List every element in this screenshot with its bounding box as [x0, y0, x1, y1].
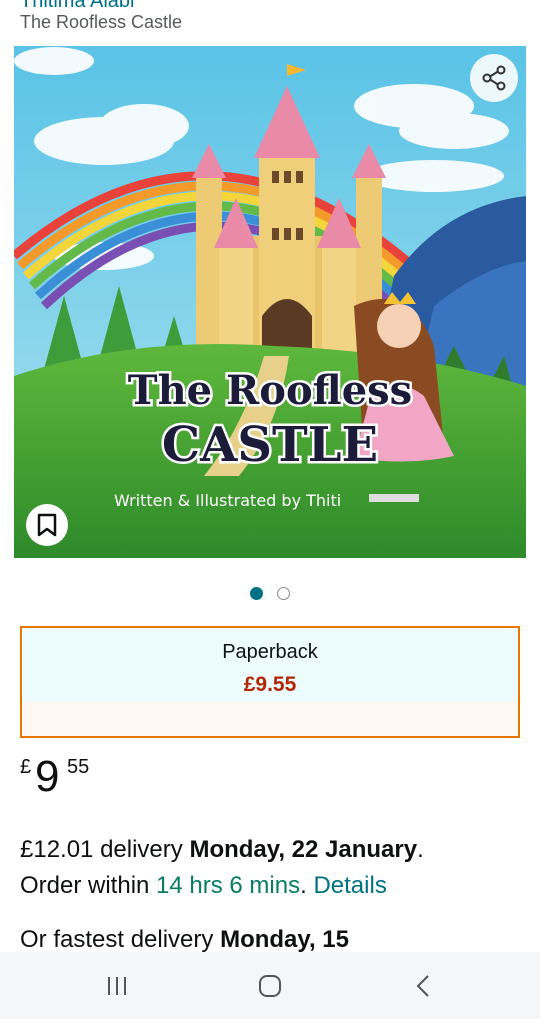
format-price: £9.55 — [243, 673, 297, 696]
save-to-list-button[interactable] — [26, 504, 68, 546]
book-title: The Roofless Castle — [20, 12, 183, 32]
bookmark-icon — [37, 513, 57, 537]
order-within-label: Order within — [20, 872, 150, 899]
price-currency: £ — [20, 756, 32, 778]
share-button[interactable] — [470, 54, 518, 102]
cover-title-line2: CASTLE — [162, 417, 378, 473]
home-button[interactable] — [240, 961, 300, 1011]
carousel-dot-active[interactable] — [250, 587, 263, 600]
format-option-paperback[interactable]: Paperback £9.55 — [20, 626, 520, 738]
delivery-countdown: 14 hrs 6 mins — [156, 872, 301, 899]
format-name: Paperback — [222, 641, 318, 663]
fastest-date: Monday, 15 — [220, 926, 349, 953]
back-button[interactable] — [393, 961, 453, 1011]
cover-credit: Written & Illustrated by Thiti — [114, 491, 341, 510]
carousel-indicator — [0, 587, 540, 600]
carousel-dot[interactable] — [277, 587, 290, 600]
delivery-cost: £12.01 delivery — [20, 836, 183, 863]
home-icon — [258, 974, 281, 997]
product-image[interactable]: The Roofless CASTLE Written & Illustrate… — [14, 46, 526, 558]
share-icon — [482, 65, 506, 91]
price-whole: 9 — [35, 752, 60, 801]
recent-apps-button[interactable] — [87, 961, 147, 1011]
fastest-label: Or fastest delivery — [20, 926, 214, 953]
delivery-info: £12.01 delivery Monday, 22 January. Orde… — [20, 836, 424, 899]
delivery-details-link[interactable]: Details — [313, 872, 386, 899]
cover-title-line1: The Roofless — [128, 367, 412, 414]
delivery-date: Monday, 22 January — [189, 836, 418, 863]
system-navigation-bar — [0, 952, 540, 1019]
back-icon — [416, 974, 430, 997]
price-fraction: 55 — [67, 756, 90, 778]
cover-illustration: The Roofless CASTLE Written & Illustrate… — [14, 46, 526, 558]
delivery-period: . — [417, 836, 424, 863]
recent-apps-icon — [107, 976, 126, 995]
author-name[interactable]: Thitima Alabi — [20, 0, 135, 11]
